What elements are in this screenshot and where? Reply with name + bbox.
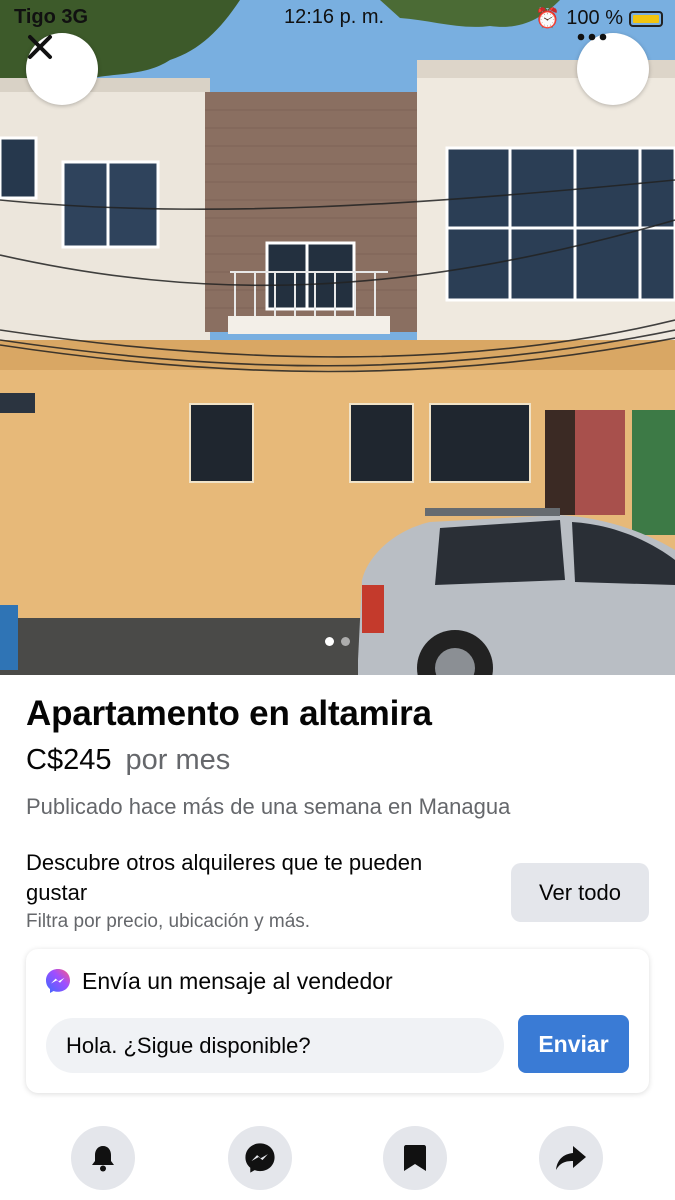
message-input[interactable] xyxy=(46,1018,504,1073)
notify-button[interactable] xyxy=(71,1126,135,1190)
save-button[interactable] xyxy=(383,1126,447,1190)
more-options-button[interactable] xyxy=(577,33,649,105)
battery-label: 100 % xyxy=(566,7,623,29)
send-button[interactable]: Enviar xyxy=(518,1015,629,1073)
more-icon xyxy=(577,33,607,41)
discover-subtitle: Filtra por precio, ubicación y más. xyxy=(26,911,311,932)
messenger-logo-icon xyxy=(46,969,70,993)
listing-price: C$245 xyxy=(26,744,112,776)
price-unit: por mes xyxy=(125,744,231,776)
share-button[interactable] xyxy=(539,1126,603,1190)
bell-icon xyxy=(92,1146,114,1172)
carousel-dot-active[interactable] xyxy=(325,637,334,646)
listing-photo[interactable]: Tigo 3G 12:16 p. m. ⏰ 100 % xyxy=(0,0,675,675)
carousel-indicator xyxy=(325,637,350,646)
battery-icon xyxy=(629,10,663,27)
close-button[interactable] xyxy=(26,33,98,105)
see-all-button[interactable]: Ver todo xyxy=(511,863,649,922)
discover-title: Descubre otros alquileres que te pueden … xyxy=(26,850,423,905)
carrier-label: Tigo 3G xyxy=(14,6,89,28)
alarm-icon: ⏰ xyxy=(535,8,561,30)
message-heading-label: Envía un mensaje al vendedor xyxy=(82,967,393,994)
bookmark-icon xyxy=(404,1145,426,1171)
message-seller-card: Envía un mensaje al vendedor Enviar xyxy=(26,949,649,1093)
close-icon xyxy=(28,35,52,59)
status-bar: Tigo 3G 12:16 p. m. ⏰ 100 % xyxy=(0,0,675,34)
price-row: C$245 por mes xyxy=(26,744,230,777)
share-icon xyxy=(556,1146,586,1170)
posted-info: Publicado hace más de una semana en Mana… xyxy=(26,794,511,819)
listing-title: Apartamento en altamira xyxy=(26,694,432,733)
clock-label: 12:16 p. m. xyxy=(284,6,385,28)
messenger-button[interactable] xyxy=(228,1126,292,1190)
carousel-dot[interactable] xyxy=(341,637,350,646)
message-heading: Envía un mensaje al vendedor xyxy=(44,967,393,995)
building-photo xyxy=(0,0,675,675)
messenger-icon xyxy=(245,1143,275,1173)
